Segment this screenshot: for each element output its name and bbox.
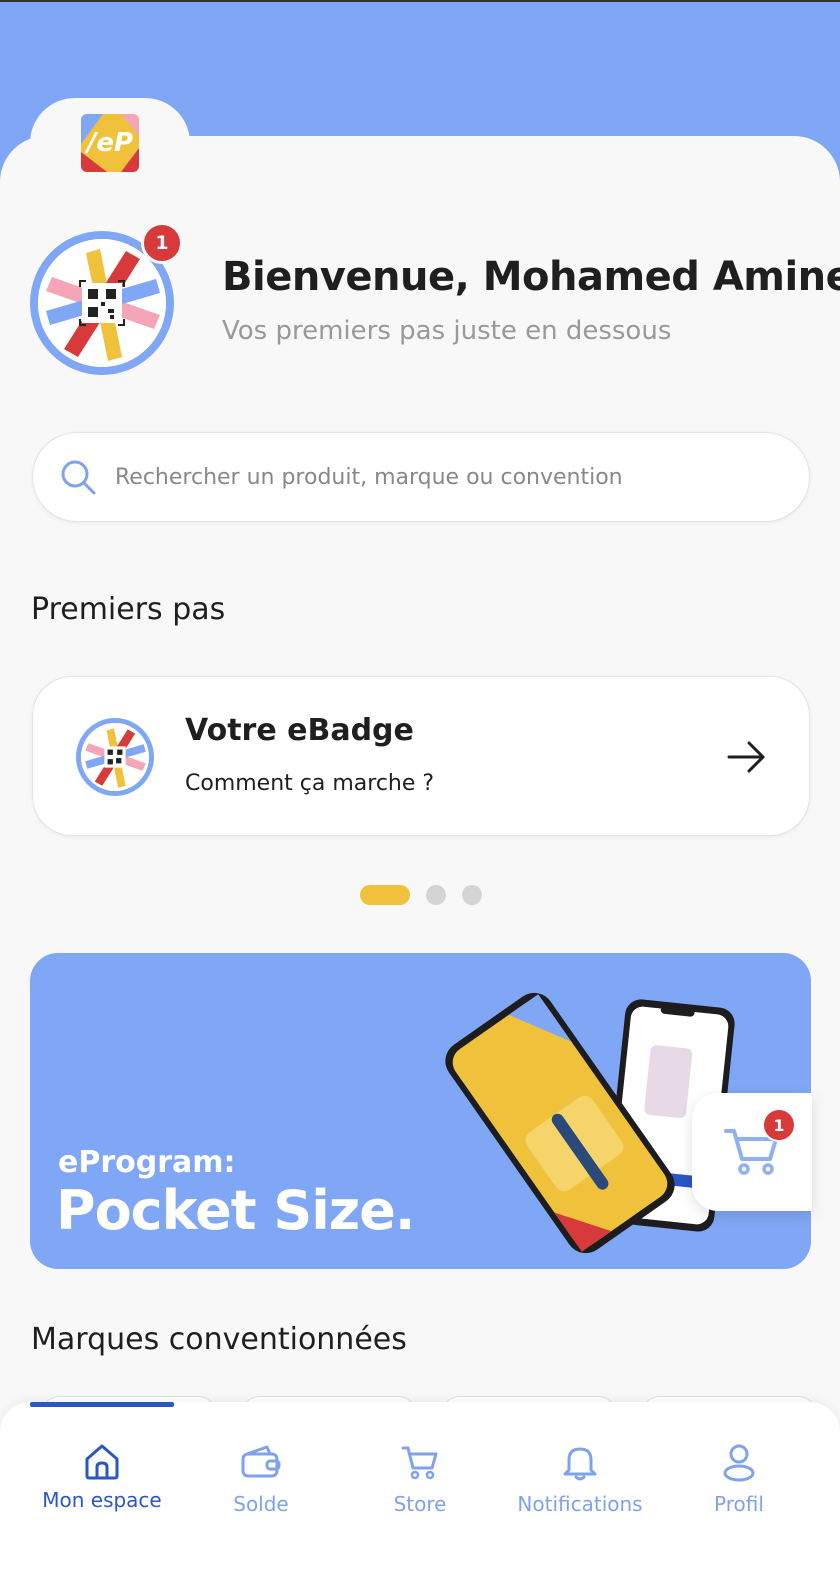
search-icon [61, 460, 96, 495]
welcome-title: Bienvenue, Mohamed Amine! [222, 254, 840, 300]
home-icon [85, 1444, 119, 1480]
tab-notifications[interactable]: Notifications [505, 1442, 655, 1542]
tab-solde[interactable]: Solde [186, 1442, 336, 1542]
ebadge-small-icon [81, 723, 149, 791]
tab-label: Mon espace [42, 1488, 162, 1512]
status-bar-line [0, 0, 840, 2]
cart-fab[interactable] [692, 1093, 812, 1211]
wallet-icon [241, 1445, 281, 1478]
search-input[interactable] [115, 464, 775, 490]
section-title-brands: Marques conventionnées [31, 1322, 407, 1357]
card-ebadge-avatar [76, 718, 154, 796]
tab-active-indicator [30, 1402, 174, 1407]
card-title: Votre eBadge [185, 713, 414, 748]
bell-icon [563, 1447, 597, 1481]
search-bar[interactable] [32, 432, 810, 522]
ebadge-card[interactable]: Votre eBadge Comment ça marche ? [32, 676, 810, 836]
pager-dot[interactable] [426, 885, 446, 905]
section-title-first-steps: Premiers pas [31, 592, 226, 627]
logo-tile: /eP [81, 114, 139, 172]
pager-dot[interactable] [360, 885, 410, 905]
tab-profil[interactable]: Profil [664, 1442, 814, 1542]
tab-mon-espace[interactable]: Mon espace [27, 1442, 177, 1542]
cart-icon [401, 1446, 438, 1480]
tab-store[interactable]: Store [345, 1442, 495, 1542]
tab-label: Profil [714, 1492, 764, 1516]
cart-count-badge: 1 [762, 1108, 796, 1142]
arrow-right-icon[interactable] [727, 739, 767, 775]
banner-big-text: Pocket Size. [56, 1179, 415, 1242]
tab-label: Solde [233, 1492, 289, 1516]
carousel-pager [360, 885, 498, 905]
banner-small-text: eProgram: [58, 1145, 236, 1180]
notification-badge: 1 [141, 222, 183, 264]
card-subtitle: Comment ça marche ? [185, 771, 435, 796]
tab-label: Store [393, 1492, 447, 1516]
welcome-subtitle: Vos premiers pas juste en dessous [222, 316, 672, 346]
logo-text: /eP [86, 128, 134, 158]
app-logo[interactable]: /eP [30, 98, 190, 188]
pager-dot[interactable] [462, 885, 482, 905]
user-icon [723, 1444, 755, 1482]
tab-label: Notifications [517, 1492, 643, 1516]
